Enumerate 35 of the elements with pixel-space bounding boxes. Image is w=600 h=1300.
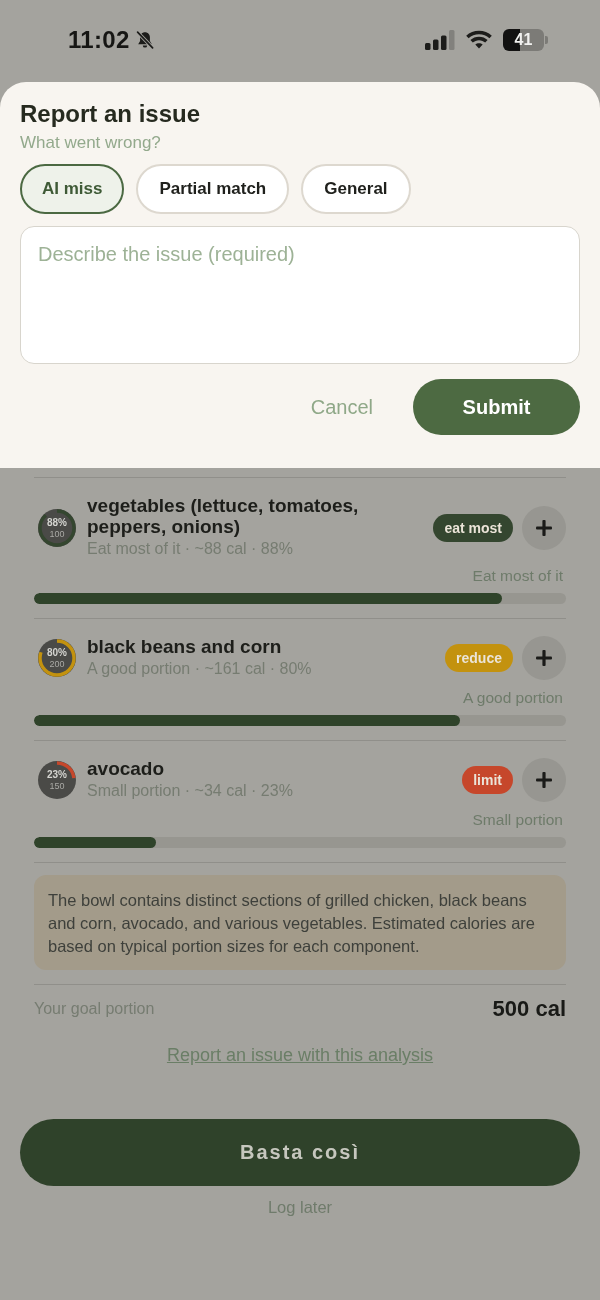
ring-base: 150 — [49, 781, 65, 791]
ring-percent: 23% — [47, 769, 67, 780]
progress-ring — [37, 760, 77, 800]
progress-ring — [37, 638, 77, 678]
issue-type-chip[interactable]: General — [301, 164, 411, 214]
food-name: vegetables (lettuce, tomatoes, peppers, onions) — [87, 495, 360, 537]
add-button[interactable] — [522, 758, 566, 802]
description-field[interactable]: Describe the issue (required) — [20, 226, 580, 364]
signal-icon — [425, 30, 455, 50]
ring-percent: 88% — [47, 516, 67, 528]
add-button[interactable] — [522, 505, 566, 550]
issue-type-chip[interactable]: AI miss — [20, 164, 125, 214]
advice-badge: eat most — [433, 513, 513, 542]
status-time: 11:02 — [68, 26, 130, 54]
submit-button[interactable]: Submit — [413, 379, 580, 435]
goal-value: 500 cal — [492, 997, 566, 1021]
plus-icon — [536, 650, 552, 666]
add-button[interactable] — [522, 636, 566, 680]
bell-slash-icon — [134, 30, 155, 50]
wifi-icon — [465, 30, 493, 50]
plus-icon — [536, 772, 552, 788]
progress-ring — [37, 507, 77, 548]
ring-base: 100 — [49, 528, 65, 539]
sheet-subtitle: What went wrong? — [20, 133, 162, 153]
ring-percent: 80% — [47, 647, 67, 658]
ring-base: 200 — [49, 659, 65, 669]
confirm-button[interactable]: Basta così — [20, 1119, 580, 1186]
plus-icon — [536, 519, 552, 536]
advice-badge: reduce — [445, 644, 513, 672]
advice-badge: limit — [462, 766, 513, 794]
sheet-title: Report an issue — [20, 100, 202, 128]
food-name: avocado — [87, 758, 166, 779]
issue-type-chip[interactable]: Partial match — [136, 164, 290, 214]
food-name: black beans and corn — [87, 636, 283, 657]
summary-text: The bowl contains distinct sections of grilled chicken, black beans and corn, avocado, and various vegetables. Estimated calories are based on typical portion sizes for each component. — [48, 890, 537, 957]
